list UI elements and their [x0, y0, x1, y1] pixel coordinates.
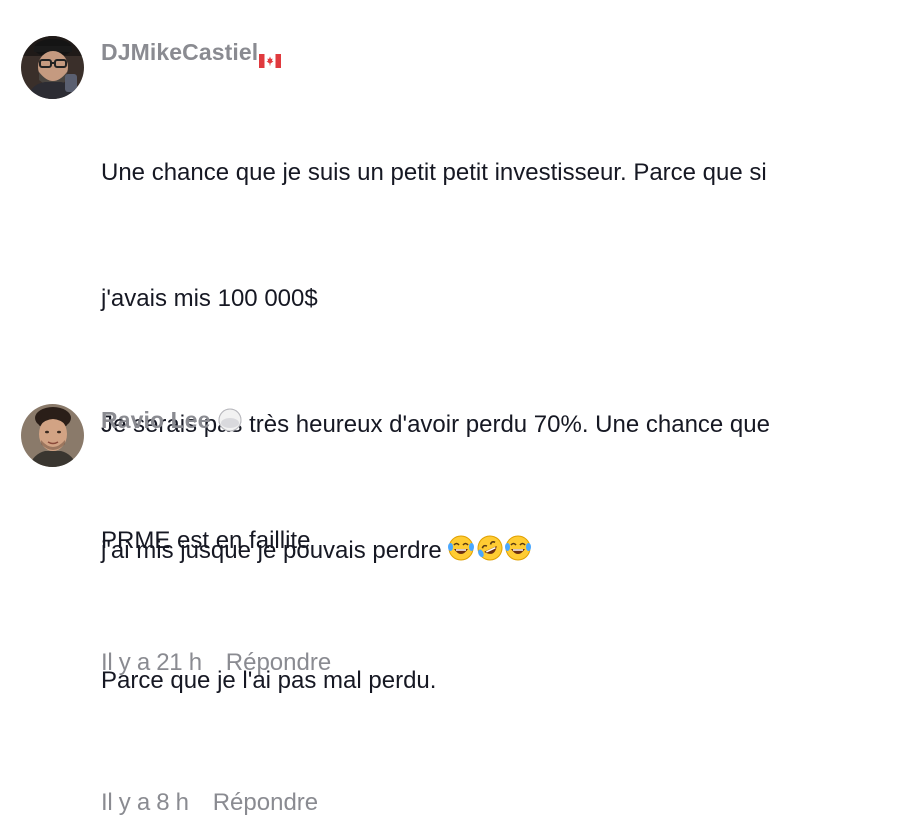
username[interactable]: Ravio Lee	[101, 404, 211, 436]
comment-meta: Il y a 21 h Répondre	[101, 646, 904, 680]
user-avatar-image	[21, 36, 84, 99]
username[interactable]: DJMikeCastiel	[101, 36, 258, 68]
timestamp: Il y a 8 h	[101, 789, 189, 816]
comment-line: PRME est en faillite	[101, 527, 311, 554]
canada-flag-icon	[259, 44, 282, 68]
username-row: Ravio Lee	[101, 404, 904, 436]
reply-button[interactable]: Répondre	[213, 786, 318, 820]
timestamp: Il y a 21 h	[101, 649, 202, 676]
comment-text: PRME est en faillite	[101, 436, 904, 646]
comment-line: j'avais mis 100 000$	[101, 285, 318, 312]
comment-line: Une chance que je suis un petit petit in…	[101, 159, 767, 186]
username-row: DJMikeCastiel	[101, 36, 904, 68]
user-avatar-image	[21, 404, 84, 467]
avatar[interactable]	[21, 404, 84, 467]
avatar[interactable]	[21, 36, 84, 99]
comment-meta: Il y a 8 h Répondre	[101, 786, 904, 820]
white-circle-badge-icon	[218, 408, 242, 432]
comment-body: Ravio Lee PRME est en faillite Il y a 21…	[101, 404, 904, 680]
reply-button[interactable]: Répondre	[226, 646, 331, 680]
